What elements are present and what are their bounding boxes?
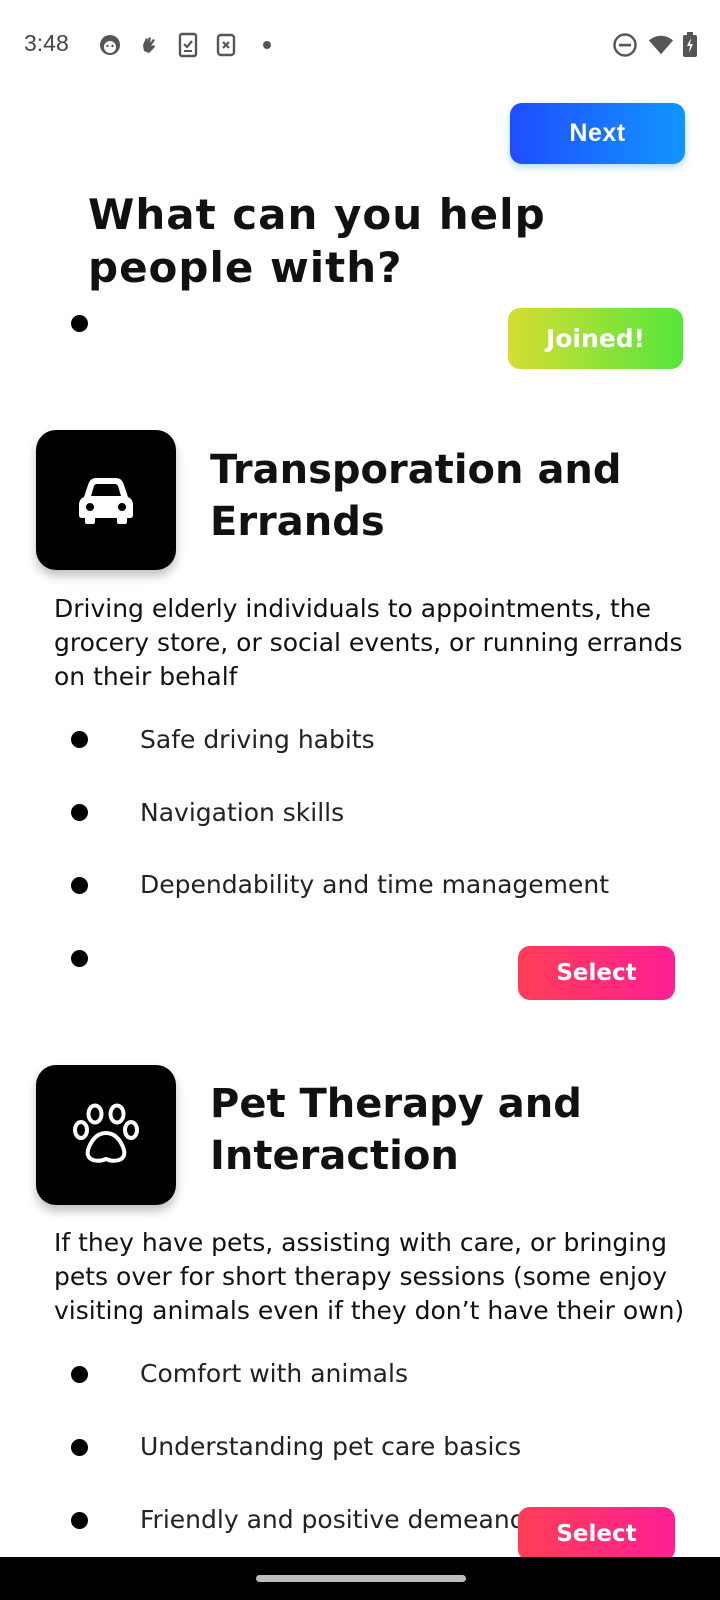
face-notification-icon [97, 32, 123, 58]
bullet-dot [71, 1512, 88, 1529]
joined-button[interactable]: Joined! [508, 308, 683, 369]
skill-item: Dependability and time management [140, 870, 610, 899]
status-bar: 3:48 [0, 0, 720, 90]
car-icon [36, 430, 176, 570]
navigation-bar [0, 1557, 720, 1600]
paw-icon [36, 1065, 176, 1205]
bullet-dot [71, 1439, 88, 1456]
bullet-dot [71, 877, 88, 894]
bullet-dot [71, 1366, 88, 1383]
clipboard-notification-icon [175, 32, 201, 58]
wifi-icon [648, 32, 674, 58]
page-title: What can you help people with? [88, 190, 546, 292]
cancel-doc-notification-icon [213, 32, 239, 58]
skill-item: Friendly and positive demeanor [140, 1505, 536, 1534]
skill-item: Safe driving habits [140, 725, 375, 754]
battery-charging-icon [677, 32, 703, 58]
bullet-dot [71, 804, 88, 821]
bullet-dot [71, 315, 88, 332]
do-not-disturb-icon [612, 32, 638, 58]
skill-item: Navigation skills [140, 798, 345, 827]
skill-item: Understanding pet care basics [140, 1432, 522, 1461]
dot-icon [254, 32, 280, 58]
card-description: Driving elderly individuals to appointme… [54, 594, 683, 691]
card-title: Pet Therapy and Interaction [210, 1081, 582, 1179]
bullet-dot [71, 950, 88, 967]
status-time: 3:48 [24, 30, 69, 56]
bullet-dot [71, 731, 88, 748]
select-button[interactable]: Select [518, 946, 675, 1000]
next-button[interactable]: Next [510, 103, 685, 164]
card-description: If they have pets, assisting with care, … [54, 1228, 685, 1325]
select-button[interactable]: Select [518, 1507, 675, 1561]
skill-item: Comfort with animals [140, 1359, 408, 1388]
card-title: Transporation and Errands [210, 447, 622, 545]
home-gesture-handle[interactable] [256, 1575, 466, 1582]
hand-notification-icon [136, 32, 162, 58]
